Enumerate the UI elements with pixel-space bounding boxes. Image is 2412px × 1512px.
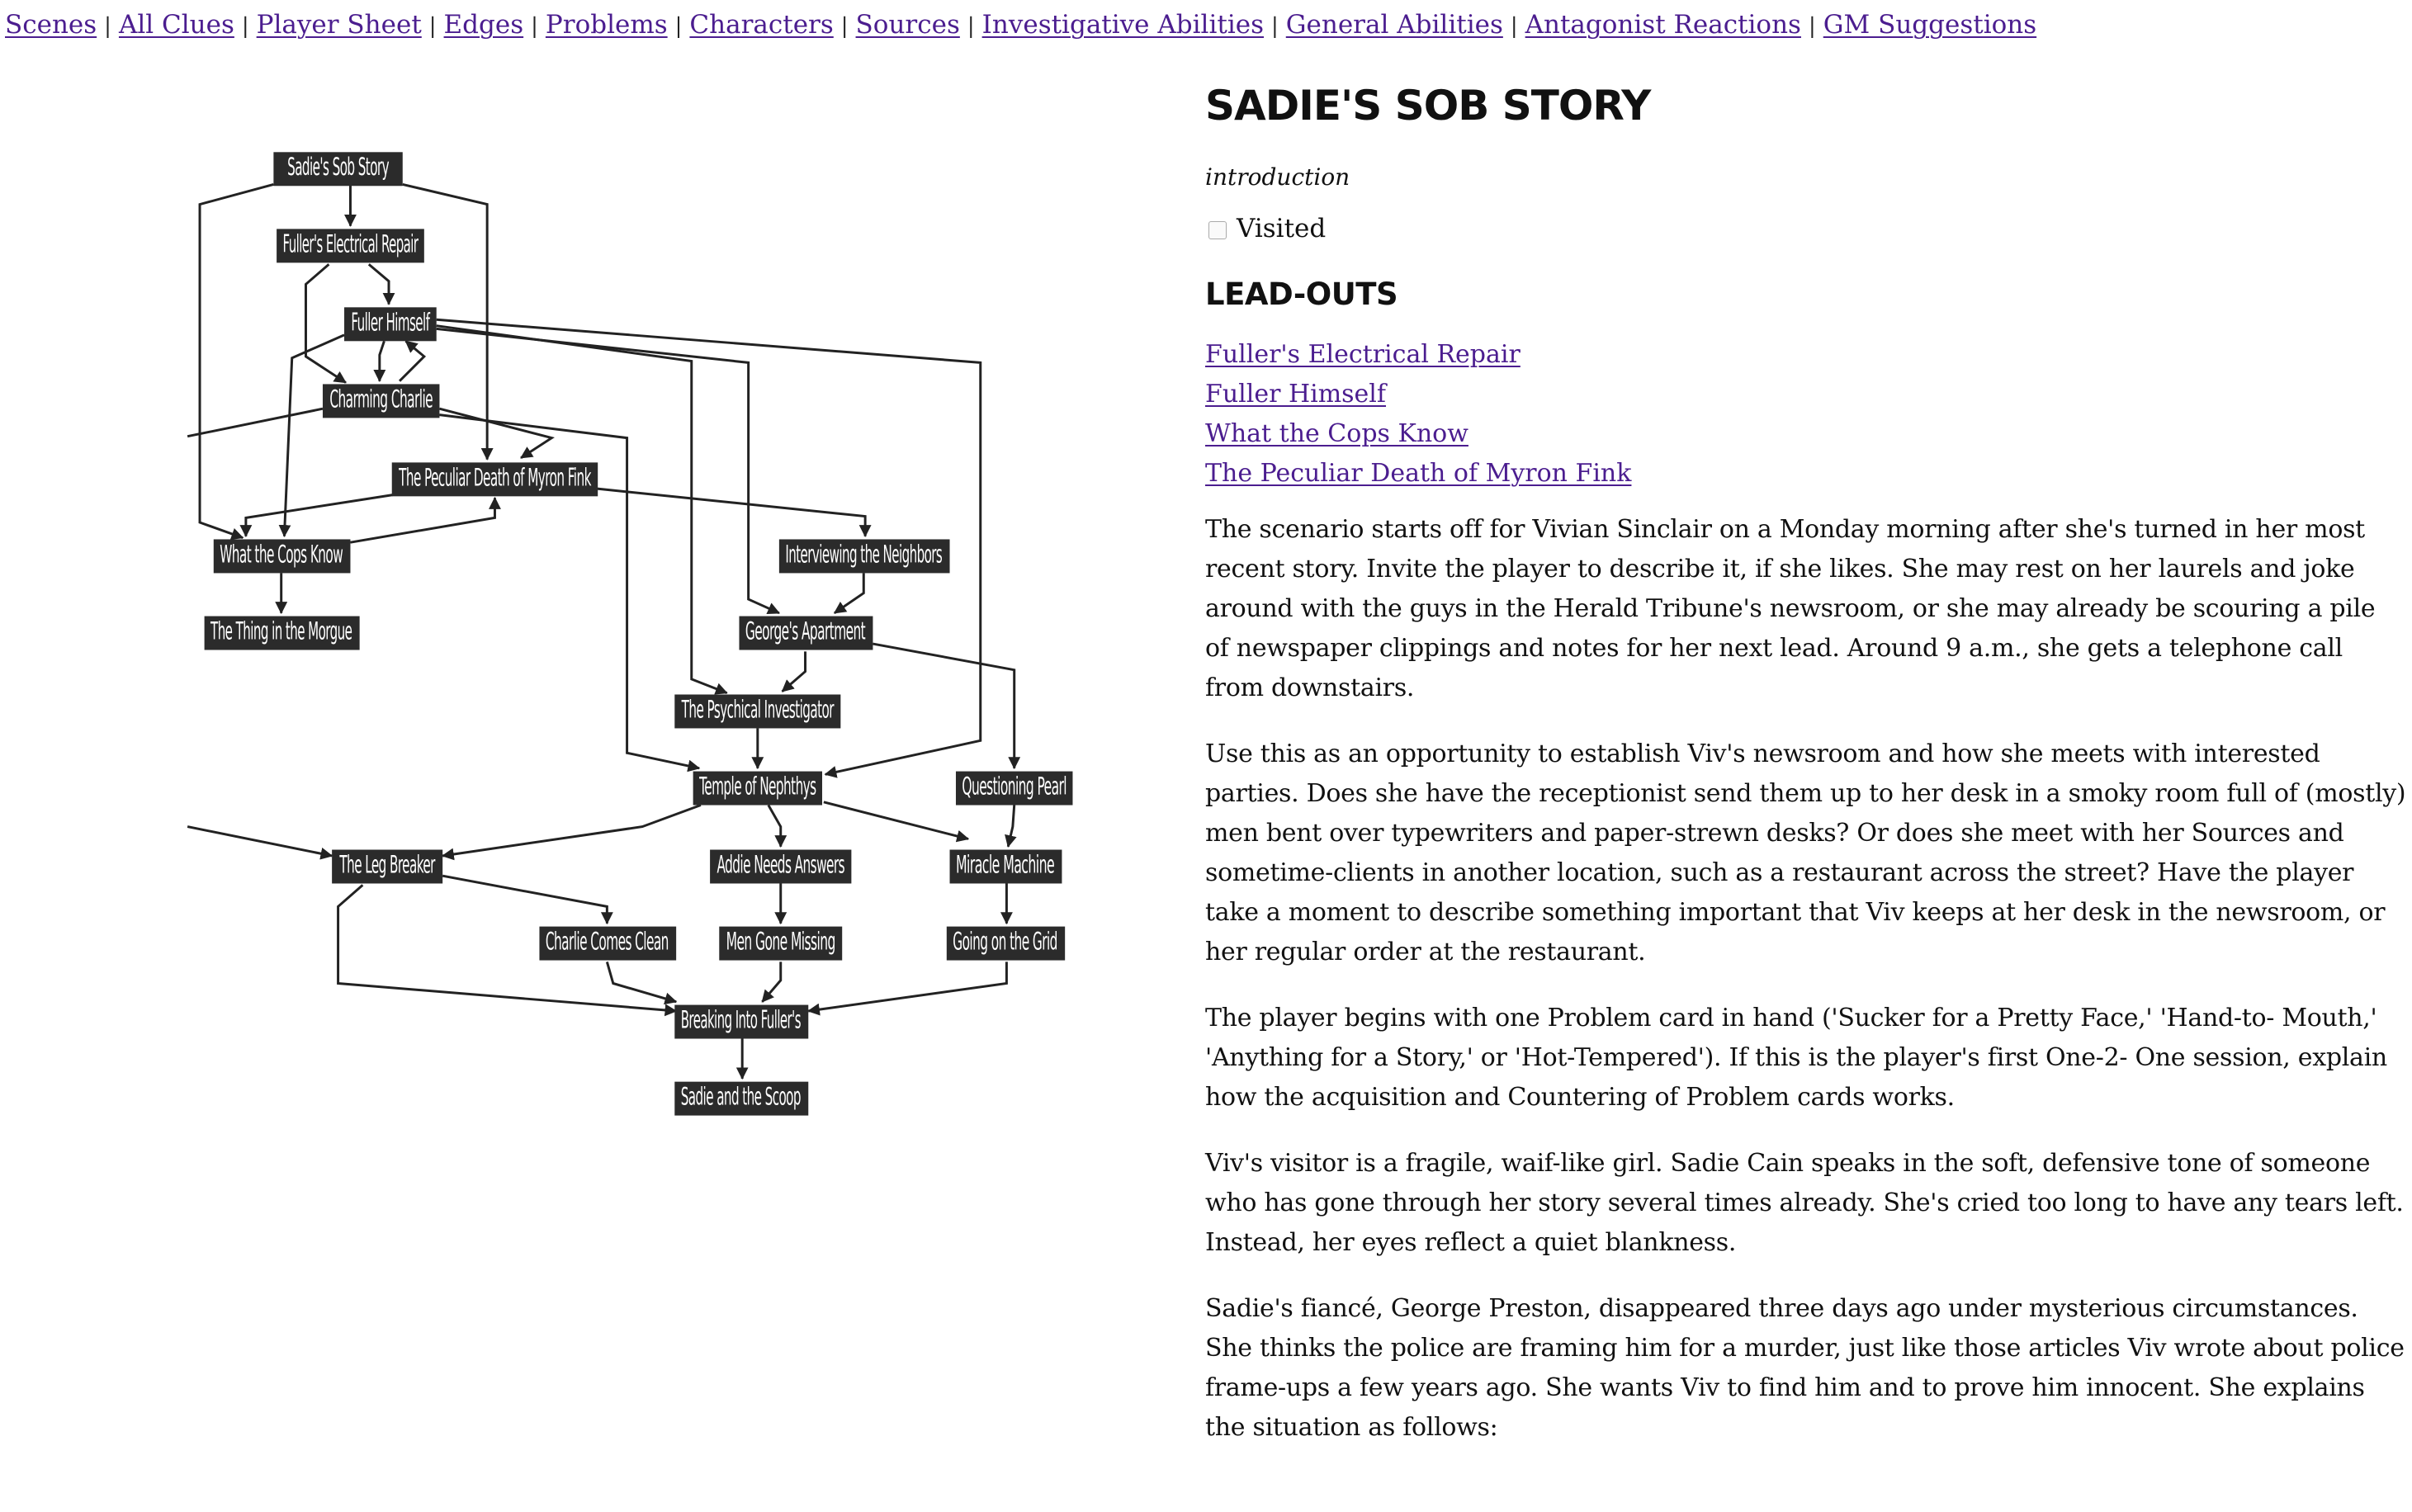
graph-node-label: The Psychical Investigator — [681, 695, 835, 724]
scene-paragraph: Viv's visitor is a fragile, waif-like gi… — [1205, 1148, 2404, 1257]
graph-node-men-gone-missing[interactable]: Men Gone Missing — [719, 926, 843, 961]
nav-separator: | — [1271, 14, 1279, 39]
scene-paragraph: Sadie's fiancé, George Preston, disappea… — [1205, 1293, 2405, 1442]
graph-edge — [605, 962, 678, 1005]
graph-node-temple-of-nephthys[interactable]: Temple of Nephthys — [693, 771, 823, 806]
graph-node-sadie-and-the-scoop[interactable]: Sadie and the Scoop — [674, 1081, 809, 1116]
graph-edge — [187, 407, 324, 438]
graph-node-label: Men Gone Missing — [726, 928, 835, 957]
graph-node-going-on-the-grid[interactable]: Going on the Grid — [946, 926, 1066, 961]
graph-edge — [761, 962, 783, 1003]
scene-title: SADIE'S SOB STORY — [1205, 82, 1651, 130]
graph-edge — [767, 804, 787, 848]
graph-edge — [596, 487, 872, 537]
visited-checkbox[interactable] — [1208, 220, 1227, 239]
graph-edge — [373, 340, 386, 382]
leadout-link-peculiar-death-myron-fink[interactable]: The Peculiar Death of Myron Fink — [1205, 454, 2406, 494]
graph-node-peculiar-death-myron-fink[interactable]: The Peculiar Death of Myron Fink — [391, 462, 598, 497]
graph-node-breaking-into-fullers[interactable]: Breaking Into Fuller's — [674, 1004, 809, 1039]
graph-node-interviewing-the-neighbors[interactable]: Interviewing the Neighbors — [778, 539, 950, 574]
leadout-link-fuller-himself[interactable]: Fuller Himself — [1205, 375, 2406, 414]
graph-node-label: Interviewing the Neighbors — [785, 540, 942, 569]
graph-edge — [1005, 805, 1017, 848]
graph-edge — [823, 801, 970, 843]
graph-node-label: Miracle Machine — [956, 850, 1054, 879]
graph-node-label: Charlie Comes Clean — [546, 928, 669, 957]
graph-node-label: Questioning Pearl — [962, 773, 1066, 801]
graph-node-the-leg-breaker[interactable]: The Leg Breaker — [332, 849, 443, 884]
graph-node-label: Sadie and the Scoop — [681, 1083, 801, 1112]
scene-detail-panel: SADIE'S SOB STORY introduction Visited L… — [1205, 82, 2406, 1474]
graph-node-questioning-pearl[interactable]: Questioning Pearl — [955, 771, 1073, 806]
graph-node-charming-charlie[interactable]: Charming Charlie — [322, 384, 440, 418]
graph-edge — [350, 496, 501, 544]
graph-edge — [442, 874, 613, 925]
graph-node-label: Charming Charlie — [329, 385, 433, 413]
scene-flow-graph: Sadie's Sob Story Fuller's Electrical Re… — [187, 152, 1073, 1116]
graph-node-label: The Peculiar Death of Myron Fink — [399, 463, 592, 492]
graph-node-label: The Thing in the Morgue — [210, 617, 352, 645]
graph-node-label: Temple of Nephthys — [699, 773, 816, 801]
graph-node-label: Addie Needs Answers — [717, 850, 844, 879]
graph-node-the-psychical-investigator[interactable]: The Psychical Investigator — [674, 694, 841, 729]
graph-node-addie-needs-answers[interactable]: Addie Needs Answers — [710, 849, 852, 884]
graph-edge — [304, 263, 347, 384]
graph-node-label: Going on the Grid — [953, 928, 1057, 957]
leadouts-heading: LEAD-OUTS — [1205, 276, 1398, 312]
scene-paragraph: The scenario starts off for Vivian Sincl… — [1205, 514, 2376, 702]
nav-link-general-abilities[interactable]: General Abilities — [1286, 10, 1503, 40]
graph-edge — [436, 324, 728, 695]
scene-paragraph: The player begins with one Problem card … — [1205, 1003, 2387, 1112]
graph-edge — [441, 804, 702, 861]
graph-node-miracle-machine[interactable]: Miracle Machine — [949, 849, 1062, 884]
graph-node-fullers-electrical-repair[interactable]: Fuller's Electrical Repair — [277, 229, 424, 263]
graph-node-what-the-cops-know[interactable]: What the Cops Know — [213, 539, 351, 574]
nav-separator: | — [1510, 14, 1518, 39]
graph-node-the-thing-in-the-morgue[interactable]: The Thing in the Morgue — [204, 616, 360, 650]
leadout-link-fullers-electrical-repair[interactable]: Fuller's Electrical Repair — [1205, 335, 2406, 375]
graph-edge — [833, 573, 865, 615]
graph-edge — [367, 263, 395, 305]
graph-edge — [239, 493, 394, 537]
scene-paragraph: Use this as an opportunity to establish … — [1205, 739, 2406, 966]
graph-edge — [198, 182, 274, 541]
graph-node-charlie-comes-clean[interactable]: Charlie Comes Clean — [539, 926, 677, 961]
graph-node-label: The Leg Breaker — [339, 850, 436, 879]
graph-edge — [807, 962, 1008, 1016]
graph-node-georges-apartment[interactable]: George's Apartment — [739, 616, 873, 650]
graph-node-label: Fuller Himself — [351, 308, 430, 337]
graph-node-label: Sadie's Sob Story — [287, 153, 389, 182]
leadout-link-what-the-cops-know[interactable]: What the Cops Know — [1205, 414, 2406, 454]
nav-separator: | — [1808, 14, 1816, 39]
leadouts-list: Fuller's Electrical Repair Fuller Himsel… — [1205, 335, 2406, 494]
nav-link-gm-suggestions[interactable]: GM Suggestions — [1823, 10, 2036, 40]
visited-toggle[interactable]: Visited — [1205, 214, 2406, 243]
graph-node-label: George's Apartment — [745, 617, 865, 645]
graph-edge — [398, 340, 427, 382]
graph-edge — [187, 825, 333, 860]
visited-label: Visited — [1237, 213, 1327, 243]
scene-type-label: introduction — [1205, 163, 1350, 191]
graph-node-label: What the Cops Know — [220, 540, 343, 569]
graph-node-label: Fuller's Electrical Repair — [283, 229, 419, 258]
nav-link-antagonist-reactions[interactable]: Antagonist Reactions — [1525, 10, 1801, 40]
graph-edge — [781, 651, 807, 692]
graph-node-fuller-himself[interactable]: Fuller Himself — [344, 307, 437, 342]
graph-node-sadies-sob-story[interactable]: Sadie's Sob Story — [273, 152, 403, 187]
graph-node-label: Breaking Into Fuller's — [681, 1005, 802, 1034]
